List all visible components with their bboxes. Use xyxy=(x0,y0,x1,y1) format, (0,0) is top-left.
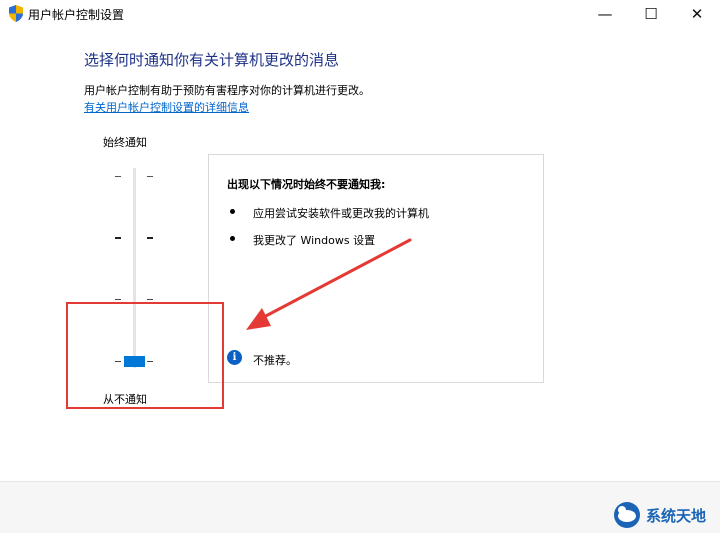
watermark-text: 系统天地 xyxy=(646,506,707,525)
watermark-logo-icon xyxy=(614,502,640,528)
watermark: 系统天地 xyxy=(612,500,706,530)
annotation-arrow-icon xyxy=(246,238,412,330)
